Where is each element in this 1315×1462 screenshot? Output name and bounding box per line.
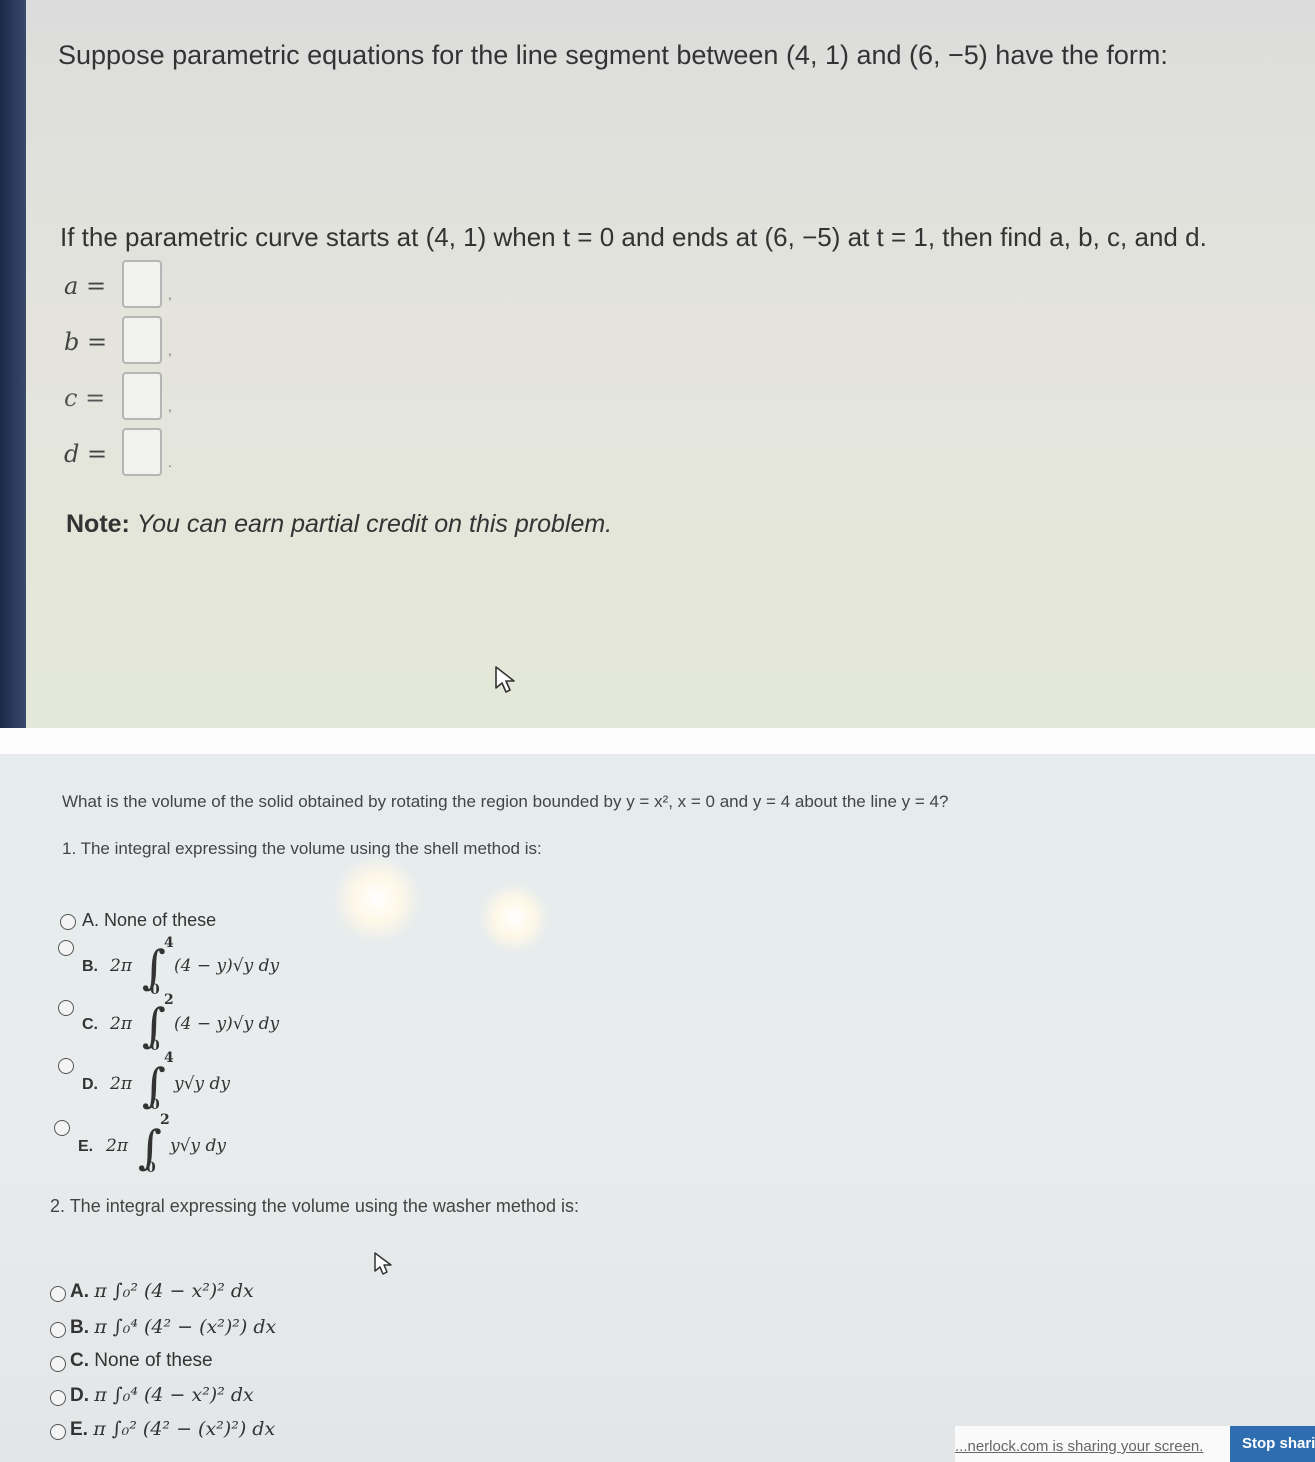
- part-1-prompt: 1. The integral expressing the volume us…: [62, 839, 542, 858]
- option-expression: π ∫₀⁴ (4² − (x²)²) dx: [94, 1316, 277, 1338]
- washer-option-c: C. None of these: [70, 1350, 213, 1372]
- field-c-suffix: ,: [168, 398, 172, 414]
- screenshot-divider: [0, 728, 1315, 754]
- washer-option-a-radio[interactable]: [50, 1286, 66, 1302]
- light-glare: [332, 854, 422, 944]
- upper-limit: 4: [164, 1050, 174, 1066]
- parametric-problem-panel: Suppose parametric equations for the lin…: [0, 0, 1315, 728]
- option-letter: E.: [78, 1138, 94, 1155]
- mouse-pointer-icon: [374, 1252, 392, 1275]
- shell-option-b-radio[interactable]: [58, 940, 74, 956]
- option-letter: D.: [70, 1385, 89, 1406]
- upper-limit: 2: [160, 1112, 170, 1128]
- option-integrand: (4 − y)√y dy: [174, 1014, 280, 1034]
- problem-instruction: If the parametric curve starts at (4, 1)…: [60, 222, 1207, 252]
- part-2-prompt: 2. The integral expressing the volume us…: [50, 1196, 579, 1216]
- option-letter: B.: [70, 1317, 89, 1338]
- washer-option-e-radio[interactable]: [50, 1424, 66, 1440]
- note-label: Note:: [66, 510, 130, 538]
- field-a-label: a =: [64, 272, 107, 300]
- field-b-suffix: ,: [168, 342, 172, 358]
- light-glare: [478, 882, 550, 954]
- problem-intro: Suppose parametric equations for the lin…: [58, 40, 1168, 70]
- shell-option-d-radio[interactable]: [58, 1058, 74, 1074]
- option-integrand: y√y dy: [174, 1074, 230, 1094]
- lower-limit: 0: [150, 982, 160, 998]
- washer-option-b-radio[interactable]: [50, 1322, 66, 1338]
- answer-input-c[interactable]: [122, 372, 162, 420]
- option-expression: π ∫₀² (4 − x²)² dx: [94, 1280, 254, 1302]
- option-text: None of these: [104, 910, 217, 930]
- lower-limit: 0: [150, 1038, 160, 1054]
- shell-option-a: A. None of these: [82, 910, 216, 931]
- option-letter: A.: [70, 1281, 89, 1302]
- option-coefficient: 2π: [110, 956, 132, 976]
- washer-option-d-radio[interactable]: [50, 1390, 66, 1406]
- field-d-label: d =: [64, 440, 108, 468]
- upper-limit: 2: [164, 992, 174, 1008]
- lower-limit: 0: [150, 1097, 160, 1113]
- option-letter: E.: [70, 1419, 88, 1440]
- shell-option-c-radio[interactable]: [58, 1000, 74, 1016]
- option-expression: None of these: [94, 1350, 213, 1371]
- shell-option-e-radio[interactable]: [54, 1120, 70, 1136]
- answer-input-d[interactable]: [122, 428, 162, 476]
- lower-limit: 0: [146, 1160, 156, 1176]
- option-expression: π ∫₀² (4² − (x²)²) dx: [93, 1418, 276, 1440]
- field-b-label: b =: [64, 328, 108, 356]
- note-text: You can earn partial credit on this prob…: [136, 510, 613, 538]
- shell-option-a-radio[interactable]: [60, 914, 76, 930]
- option-coefficient: 2π: [110, 1014, 132, 1034]
- field-a-suffix: ,: [168, 286, 172, 302]
- washer-option-e: E. π ∫₀² (4² − (x²)²) dx: [70, 1418, 275, 1441]
- mouse-pointer-icon: [495, 666, 515, 693]
- washer-option-c-radio[interactable]: [50, 1356, 66, 1372]
- field-c-label: c =: [64, 384, 106, 412]
- washer-option-b: B. π ∫₀⁴ (4² − (x²)²) dx: [70, 1316, 276, 1339]
- option-coefficient: 2π: [110, 1074, 132, 1094]
- option-letter: D.: [82, 1076, 98, 1093]
- option-integrand: (4 − y)√y dy: [174, 956, 280, 976]
- upper-limit: 4: [164, 935, 174, 951]
- volume-problem-panel: What is the volume of the solid obtained…: [0, 754, 1315, 1462]
- option-expression: π ∫₀⁴ (4 − x²)² dx: [94, 1384, 254, 1406]
- option-coefficient: 2π: [106, 1136, 128, 1156]
- screen-share-message: ...nerlock.com is sharing your screen.: [955, 1438, 1204, 1455]
- volume-question: What is the volume of the solid obtained…: [62, 792, 949, 811]
- partial-credit-note: Note: You can earn partial credit on thi…: [66, 510, 612, 539]
- option-letter: C.: [82, 1016, 98, 1033]
- option-letter: C.: [70, 1350, 89, 1371]
- field-d-suffix: .: [168, 454, 172, 470]
- washer-option-d: D. π ∫₀⁴ (4 − x²)² dx: [70, 1384, 254, 1407]
- answer-input-a[interactable]: [122, 260, 162, 308]
- option-letter: B.: [82, 958, 98, 975]
- option-letter: A.: [82, 910, 100, 930]
- washer-option-a: A. π ∫₀² (4 − x²)² dx: [70, 1280, 254, 1303]
- stop-sharing-button[interactable]: Stop sharin: [1230, 1426, 1315, 1462]
- answer-input-b[interactable]: [122, 316, 162, 364]
- option-integrand: y√y dy: [170, 1136, 226, 1156]
